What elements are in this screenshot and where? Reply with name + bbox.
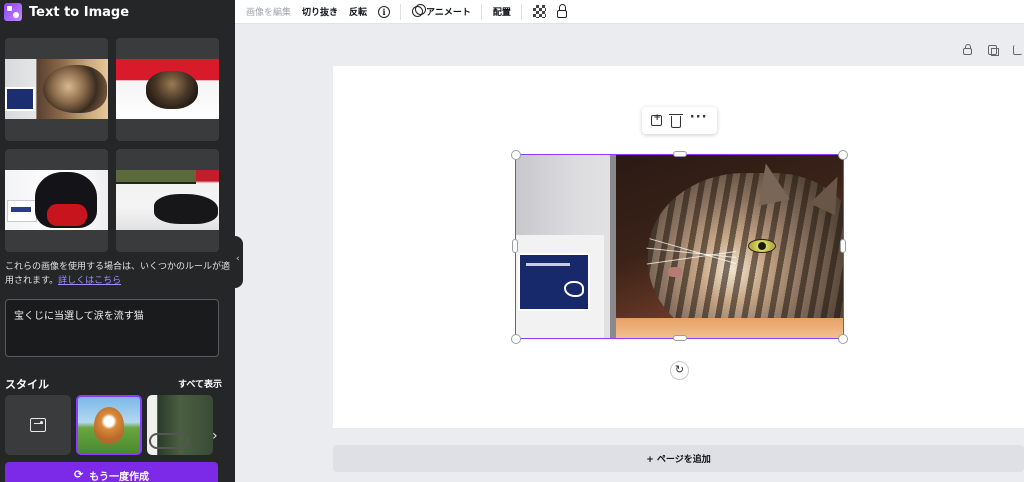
animate-icon	[412, 4, 427, 17]
toolbar-divider	[480, 3, 482, 20]
image-icon	[30, 418, 46, 432]
style-section-label: スタイル	[5, 378, 49, 391]
animate-label: アニメート	[426, 8, 471, 18]
resize-handle-top-right[interactable]	[838, 150, 848, 160]
regenerate-button[interactable]: ⟳ もう一度作成	[5, 462, 218, 482]
resize-handle-right[interactable]	[840, 239, 846, 253]
toolbar-divider	[520, 3, 522, 20]
add-page-icon[interactable]	[1013, 45, 1022, 55]
resize-handle-bottom-left[interactable]	[511, 334, 521, 344]
result-thumbnail	[5, 170, 108, 230]
selection-border	[515, 154, 844, 339]
panel-title: Text to Image	[29, 4, 130, 20]
trash-icon[interactable]	[669, 113, 684, 128]
resize-handle-top-left[interactable]	[511, 150, 521, 160]
duplicate-page-icon[interactable]	[988, 45, 999, 56]
resize-handle-bottom[interactable]	[673, 335, 687, 341]
result-image-1[interactable]	[5, 38, 108, 141]
panel-header: Text to Image	[0, 0, 235, 24]
collapse-panel-tab[interactable]: ‹	[235, 236, 243, 288]
result-thumbnail	[5, 59, 108, 119]
result-image-3[interactable]	[5, 149, 108, 252]
chevron-right-icon[interactable]: ›	[212, 428, 218, 444]
info-icon[interactable]: i	[378, 5, 391, 18]
text-to-image-app-icon	[4, 3, 22, 21]
toolbar-divider	[400, 3, 402, 20]
learn-more-link[interactable]: 詳しくはこちら	[58, 276, 121, 286]
result-thumbnail	[116, 59, 219, 119]
result-thumbnail	[116, 170, 219, 230]
lock-page-icon[interactable]	[963, 44, 972, 55]
resize-handle-bottom-right[interactable]	[838, 334, 848, 344]
refresh-icon: ⟳	[74, 468, 84, 481]
duplicate-icon[interactable]	[651, 113, 663, 126]
lock-icon[interactable]	[556, 4, 567, 18]
crop-button[interactable]: 切り抜き	[302, 5, 338, 18]
usage-notice: これらの画像を使用する場合は、いくつかのルールが適用されます。詳しくはこちら	[5, 261, 230, 288]
transparency-icon[interactable]	[532, 5, 546, 18]
result-image-2[interactable]	[116, 38, 219, 141]
prompt-input[interactable]: 宝くじに当選して涙を流す猫	[5, 299, 219, 357]
add-page-button[interactable]: + ページを追加	[333, 445, 1024, 472]
resize-handle-left[interactable]	[512, 239, 518, 253]
edit-image-button[interactable]: 画像を編集	[246, 5, 291, 18]
flip-button[interactable]: 反転	[349, 5, 367, 18]
page-actions	[947, 44, 1022, 56]
text-to-image-panel: Text to Image これらの画像を使用する場合は、いくつかのルールが適用…	[0, 0, 235, 482]
resize-handle-top[interactable]	[673, 151, 687, 157]
element-floating-toolbar: ···	[642, 107, 717, 134]
style-option-art[interactable]	[147, 395, 213, 455]
show-all-styles-link[interactable]: すべて表示	[178, 377, 222, 390]
result-image-4[interactable]	[116, 149, 219, 252]
context-toolbar: 画像を編集 切り抜き 反転 i アニメート 配置	[235, 0, 1024, 24]
more-options-icon[interactable]: ···	[690, 110, 708, 125]
style-option-none[interactable]	[5, 395, 71, 455]
style-option-photo[interactable]	[76, 395, 142, 455]
rotate-icon[interactable]: ↻	[670, 361, 689, 380]
position-button[interactable]: 配置	[493, 5, 511, 18]
regenerate-label: もう一度作成	[89, 472, 149, 482]
chevron-left-icon: ‹	[236, 254, 240, 264]
animate-button[interactable]: アニメート	[412, 4, 471, 18]
